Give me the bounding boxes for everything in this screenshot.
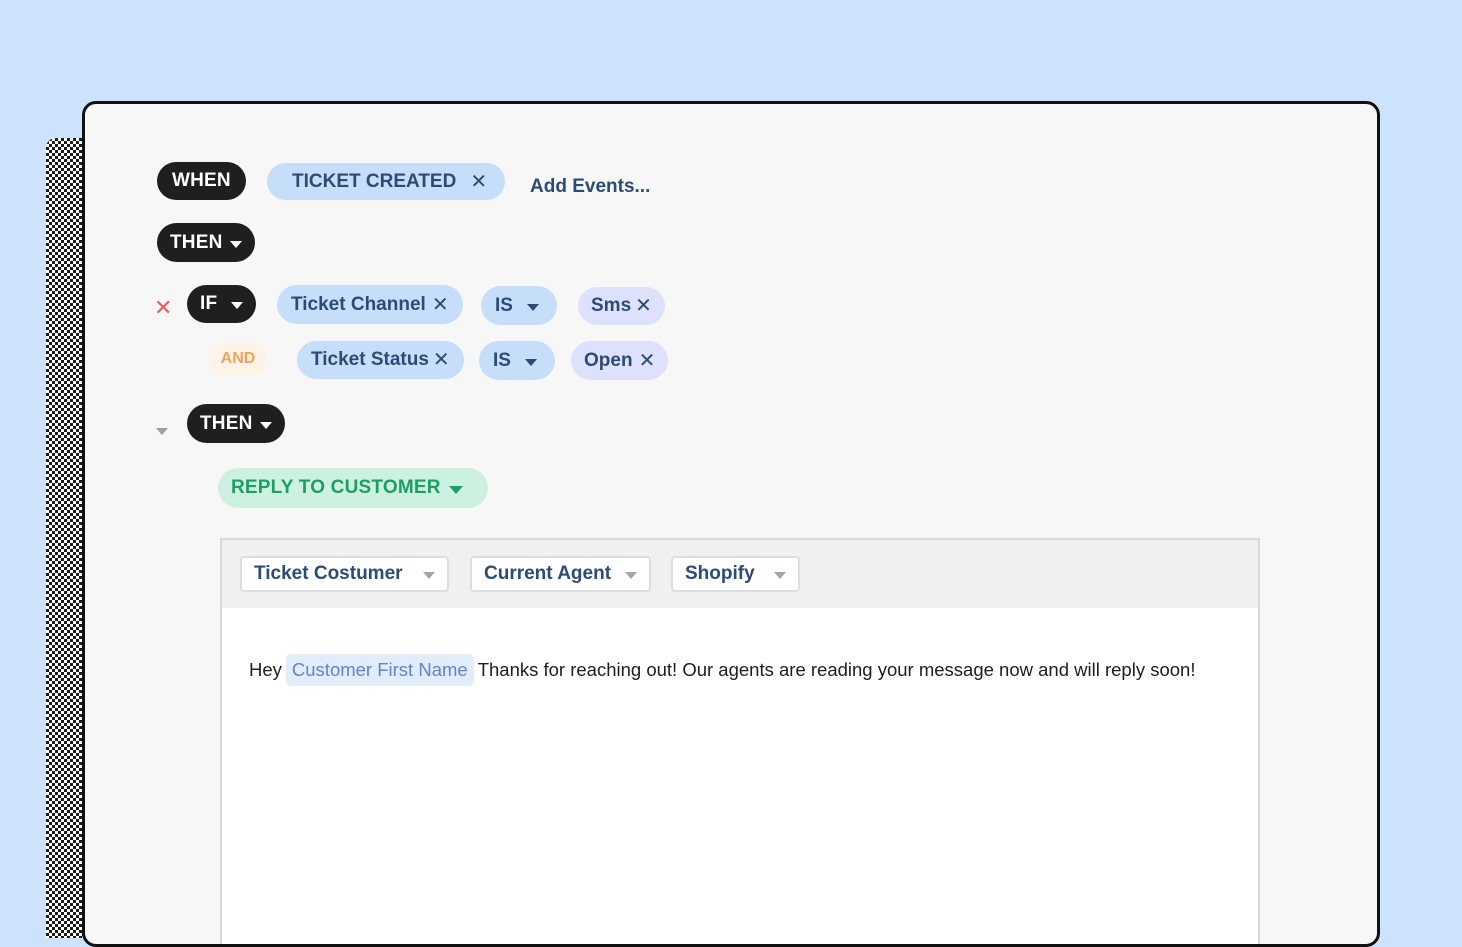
reply-editor: Ticket Costumer Current Agent Shopify He… — [220, 538, 1260, 944]
message-prefix: Hey — [249, 659, 282, 680]
caret-down-icon — [524, 358, 537, 366]
condition-field-ticket-channel[interactable]: Ticket Channel ✕ — [277, 285, 463, 324]
close-icon[interactable]: ✕ — [432, 295, 449, 315]
editor-toolbar: Ticket Costumer Current Agent Shopify — [222, 540, 1258, 608]
event-chip-ticket-created[interactable]: TICKET CREATED ✕ — [267, 163, 506, 200]
condition-value-label: Sms — [591, 295, 632, 316]
toolbar-dropdown-shopify[interactable]: Shopify — [671, 556, 800, 592]
close-icon[interactable]: ✕ — [635, 296, 652, 316]
caret-down-icon — [526, 303, 539, 311]
then-dropdown[interactable]: THEN — [157, 223, 255, 262]
caret-down-icon — [423, 572, 435, 579]
when-badge: WHEN — [157, 162, 246, 200]
toolbar-dropdown-label: Ticket Costumer — [254, 563, 403, 584]
toolbar-dropdown-ticket-customer[interactable]: Ticket Costumer — [240, 556, 449, 592]
remove-condition-close-icon[interactable]: ✕ — [154, 297, 172, 319]
toolbar-dropdown-label: Current Agent — [484, 563, 612, 584]
close-icon[interactable]: ✕ — [433, 350, 450, 370]
caret-down-icon — [229, 240, 242, 248]
condition-field-label: Ticket Status — [311, 349, 429, 370]
close-icon[interactable]: ✕ — [639, 351, 656, 371]
reply-to-customer-dropdown[interactable]: REPLY TO CUSTOMER — [218, 468, 488, 508]
add-events-link[interactable]: Add Events... — [530, 176, 650, 198]
caret-down-icon — [448, 485, 463, 494]
caret-down-icon — [231, 302, 244, 309]
caret-down-icon — [774, 572, 786, 579]
caret-down-icon — [259, 421, 272, 429]
message-suffix: Thanks for reaching out! Our agents are … — [477, 659, 1196, 680]
condition-value-open[interactable]: Open ✕ — [571, 341, 669, 380]
condition-value-label: Open — [584, 349, 633, 371]
caret-down-icon — [625, 572, 637, 579]
then-dropdown[interactable]: THEN — [187, 404, 285, 443]
if-label: IF — [200, 293, 218, 314]
when-label: WHEN — [172, 170, 231, 191]
and-badge: AND — [209, 343, 267, 375]
then-label: THEN — [200, 412, 253, 434]
condition-field-label: Ticket Channel — [291, 293, 426, 315]
condition-operator-label: IS — [495, 294, 513, 316]
toolbar-dropdown-current-agent[interactable]: Current Agent — [470, 556, 651, 592]
then-label: THEN — [170, 231, 223, 253]
condition-operator-dropdown[interactable]: IS — [479, 341, 555, 380]
customer-first-name-variable[interactable]: Customer First Name — [285, 654, 474, 686]
close-icon[interactable]: ✕ — [470, 172, 487, 192]
condition-operator-label: IS — [493, 349, 511, 371]
condition-operator-dropdown[interactable]: IS — [481, 286, 557, 325]
event-label: TICKET CREATED — [292, 170, 457, 192]
condition-value-sms[interactable]: Sms ✕ — [578, 287, 665, 325]
automation-rule-panel: WHEN TICKET CREATED ✕ Add Events... THEN… — [82, 101, 1380, 947]
collapse-caret-icon[interactable] — [156, 422, 168, 440]
message-body[interactable]: Hey Customer First Name Thanks for reach… — [249, 654, 1195, 686]
if-dropdown[interactable]: IF — [187, 285, 257, 323]
toolbar-dropdown-label: Shopify — [685, 563, 755, 584]
action-label: REPLY TO CUSTOMER — [231, 477, 441, 498]
condition-field-ticket-status[interactable]: Ticket Status ✕ — [297, 341, 464, 379]
